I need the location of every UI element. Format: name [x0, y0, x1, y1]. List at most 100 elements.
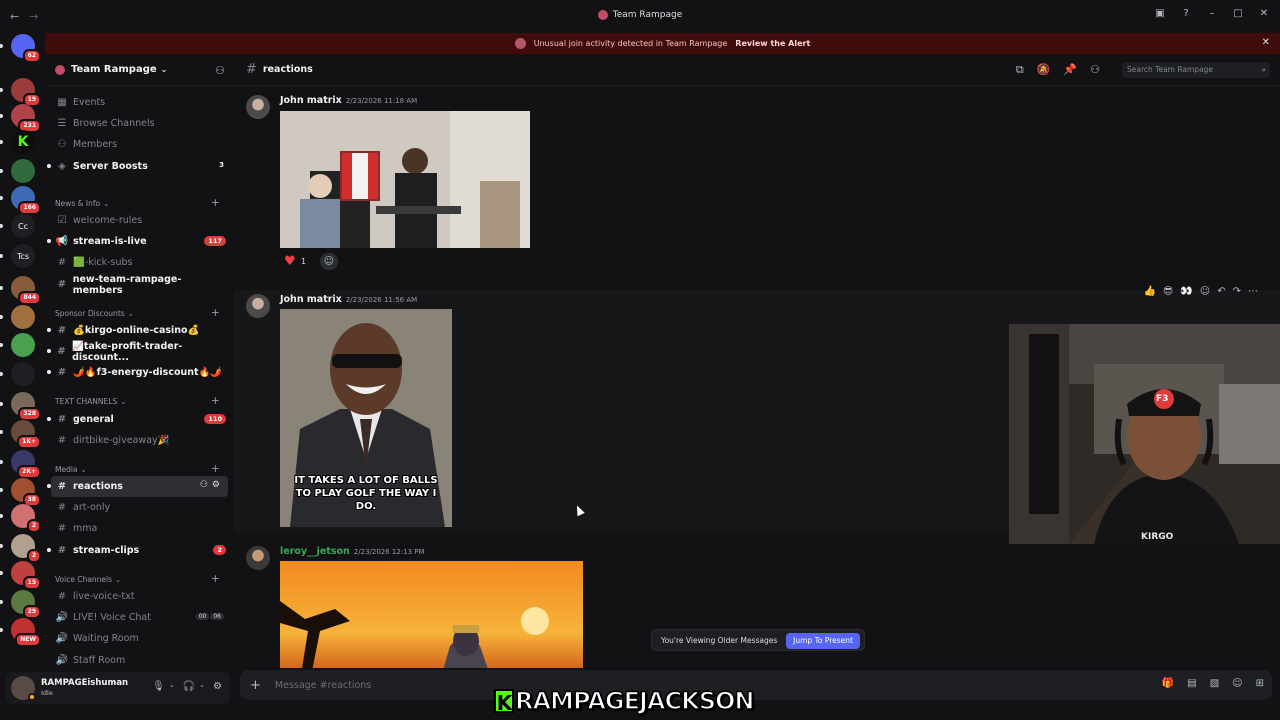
- channel-general[interactable]: # general 110: [47, 409, 228, 430]
- avatar[interactable]: [246, 294, 270, 318]
- review-alert-link[interactable]: Review the Alert: [735, 39, 810, 48]
- emoji-icon[interactable]: ☺: [1232, 678, 1242, 689]
- category-media[interactable]: Media ⌄ +: [55, 462, 228, 476]
- author-name[interactable]: John matrix: [280, 95, 342, 106]
- reaction-quick-icon[interactable]: 😎: [1163, 286, 1173, 297]
- server-icon[interactable]: 62: [11, 34, 41, 63]
- add-channel-icon[interactable]: +: [211, 462, 220, 475]
- forward-icon[interactable]: ↷: [1233, 286, 1241, 297]
- server-icon[interactable]: 231: [11, 104, 41, 133]
- server-icon[interactable]: K: [11, 130, 35, 154]
- author-name[interactable]: John matrix: [280, 294, 342, 305]
- attachment-image[interactable]: [280, 111, 530, 248]
- apps-icon[interactable]: ⊞: [1256, 678, 1264, 689]
- server-icon[interactable]: [11, 333, 35, 357]
- help-icon[interactable]: ?: [1180, 8, 1192, 19]
- search-input[interactable]: Search Team Rampage ⌕: [1122, 62, 1270, 78]
- server-icon[interactable]: 2: [11, 504, 41, 533]
- member-list-icon[interactable]: ⚇: [1090, 63, 1100, 77]
- channel-reactions[interactable]: # reactions ⚇⚙: [47, 476, 228, 497]
- channel-kick-subs[interactable]: # 🟩-kick-subs: [51, 252, 228, 273]
- avatar[interactable]: [246, 546, 270, 570]
- category-sponsor[interactable]: Sponsor Discounts ⌄ +: [55, 306, 228, 320]
- add-channel-icon[interactable]: +: [211, 196, 220, 209]
- avatar[interactable]: [11, 676, 36, 701]
- channel-take-profit-trader[interactable]: # 📈take-profit-trader-discount...: [47, 341, 228, 363]
- close-icon[interactable]: ✕: [1262, 37, 1270, 48]
- inbox-icon[interactable]: ▣: [1154, 8, 1166, 19]
- server-boosts-item[interactable]: ◈ Server Boosts 3: [47, 156, 228, 177]
- browse-channels-item[interactable]: ☰ Browse Channels: [51, 113, 228, 134]
- threads-icon[interactable]: ⧉: [1016, 63, 1024, 77]
- invite-people-icon[interactable]: ⚇: [215, 64, 225, 77]
- server-icon[interactable]: [11, 159, 35, 183]
- message[interactable]: John matrix 2/23/2026 11:18 AM ♥ 1 ☺: [234, 86, 1280, 286]
- reaction-heart[interactable]: ♥ 1: [280, 253, 313, 270]
- category-news[interactable]: News & Info ⌄ +: [55, 196, 228, 210]
- channel-mma[interactable]: # mma: [51, 518, 228, 539]
- channel-stream-clips[interactable]: # stream-clips 2: [47, 540, 228, 561]
- server-icon[interactable]: 29: [11, 590, 41, 619]
- category-text-channels[interactable]: TEXT CHANNELS ⌄ +: [55, 394, 228, 408]
- add-attachment-icon[interactable]: +: [250, 678, 261, 693]
- channel-art-only[interactable]: # art-only: [51, 497, 228, 518]
- avatar[interactable]: [246, 95, 270, 119]
- chevron-down-icon[interactable]: ⌄: [169, 681, 175, 692]
- headphones-icon[interactable]: 🎧: [183, 681, 195, 692]
- pin-icon[interactable]: 📌: [1063, 63, 1077, 77]
- server-icon[interactable]: 2: [11, 534, 41, 563]
- attachment-image[interactable]: [280, 561, 583, 668]
- server-icon[interactable]: 2K+: [11, 450, 41, 479]
- close-window-icon[interactable]: ✕: [1258, 8, 1270, 19]
- events-item[interactable]: ▦ Events: [51, 92, 228, 113]
- members-item[interactable]: ⚇ Members: [51, 134, 228, 155]
- server-icon[interactable]: Cc: [11, 214, 35, 238]
- server-icon[interactable]: 19: [11, 78, 41, 107]
- channel-dirtbike-giveaway[interactable]: # dirtbike-giveaway🎉: [51, 430, 228, 451]
- user-info[interactable]: RAMPAGEishuman Idle: [41, 678, 128, 698]
- gift-icon[interactable]: 🎁: [1162, 678, 1174, 689]
- gear-icon[interactable]: ⚙: [212, 480, 224, 490]
- add-reaction-icon[interactable]: ☺: [1200, 286, 1210, 297]
- reply-icon[interactable]: ↶: [1217, 286, 1225, 297]
- eyes-icon[interactable]: 👀: [1180, 286, 1192, 297]
- chevron-down-icon[interactable]: ⌄: [199, 681, 205, 692]
- channel-live-voice-txt[interactable]: # live-voice-txt: [51, 586, 228, 607]
- server-icon[interactable]: 1K+: [11, 420, 41, 449]
- server-icon[interactable]: 166: [11, 186, 41, 215]
- gif-icon[interactable]: ▤: [1187, 678, 1196, 689]
- microphone-icon[interactable]: 🎙: [152, 681, 165, 692]
- channel-stream-is-live[interactable]: 📢 stream-is-live 117: [47, 231, 228, 252]
- author-name[interactable]: leroy__jetson: [280, 546, 350, 557]
- channel-welcome-rules[interactable]: ☑ welcome-rules: [51, 210, 228, 231]
- server-icon[interactable]: [11, 305, 35, 329]
- add-reaction-button[interactable]: ☺: [320, 253, 338, 270]
- add-channel-icon[interactable]: +: [211, 394, 220, 407]
- notification-bell-icon[interactable]: 🔕: [1037, 63, 1051, 77]
- gear-icon[interactable]: ⚙: [213, 681, 222, 692]
- channel-tools[interactable]: ⚇⚙: [200, 480, 224, 490]
- server-header[interactable]: Team Rampage ⌄ ⚇: [45, 54, 234, 86]
- maximize-icon[interactable]: □: [1232, 8, 1244, 19]
- server-icon[interactable]: [11, 362, 35, 386]
- server-icon[interactable]: Tcs: [11, 244, 35, 268]
- add-channel-icon[interactable]: +: [211, 572, 220, 585]
- server-icon[interactable]: 38: [11, 478, 41, 507]
- jump-to-present-button[interactable]: Jump To Present: [786, 633, 860, 649]
- channel-kirgo-online-casino[interactable]: # 💰kirgo-online-casino💰: [47, 320, 228, 341]
- voice-waiting-room[interactable]: 🔊 Waiting Room: [51, 628, 228, 649]
- server-icon[interactable]: 328: [11, 392, 41, 421]
- invite-icon[interactable]: ⚇: [200, 480, 212, 490]
- channel-new-team-rampage-members[interactable]: # new-team-rampage-members: [51, 274, 228, 296]
- channel-f3-energy-discount[interactable]: # 🌶️🔥f3-energy-discount🔥🌶️: [47, 362, 228, 383]
- minimize-icon[interactable]: –: [1206, 8, 1218, 19]
- voice-live-voice-chat[interactable]: 🔊 LIVE! Voice Chat 00 06: [51, 607, 228, 628]
- thumbs-up-icon[interactable]: 👍: [1143, 286, 1155, 297]
- sticker-icon[interactable]: ▧: [1210, 678, 1219, 689]
- category-voice[interactable]: Voice Channels ⌄ +: [55, 572, 228, 586]
- server-icon[interactable]: NEW: [11, 618, 41, 647]
- server-icon[interactable]: 844: [11, 276, 41, 305]
- server-icon[interactable]: 15: [11, 561, 41, 590]
- more-icon[interactable]: ⋯: [1248, 286, 1258, 297]
- voice-staff-room[interactable]: 🔊 Staff Room: [51, 650, 228, 671]
